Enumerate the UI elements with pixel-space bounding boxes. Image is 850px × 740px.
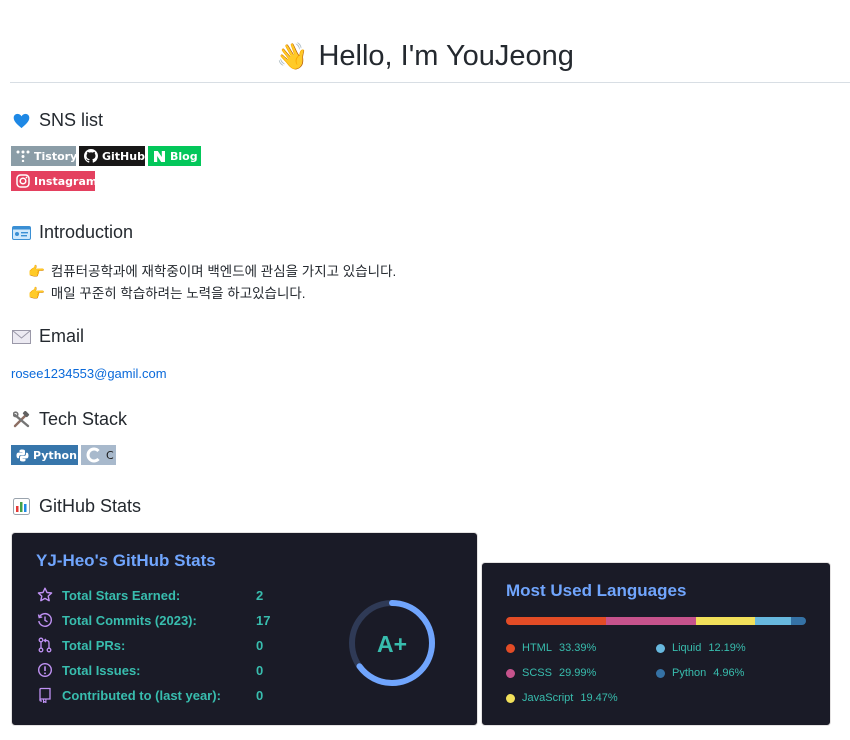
language-item-liquid: Liquid 12.19% <box>656 642 746 654</box>
github-icon <box>84 149 98 163</box>
language-dot <box>506 693 515 703</box>
history-icon <box>36 611 54 629</box>
stat-value: 0 <box>256 687 264 703</box>
github-stats-card[interactable]: YJ-Heo's GitHub Stats Total Stars Earned… <box>11 532 478 726</box>
language-dot <box>656 668 665 678</box>
language-name: SCSS <box>522 667 552 679</box>
github-stats-heading: GitHub Stats <box>12 496 141 517</box>
envelope-icon <box>12 327 31 346</box>
language-name: JavaScript <box>522 692 574 704</box>
waving-hand-icon: 👋 <box>276 41 309 71</box>
instagram-icon <box>16 174 30 188</box>
language-percent: 12.19% <box>708 642 746 654</box>
email-link[interactable]: rosee1234553@gamil.com <box>11 366 167 381</box>
intro-line-1-text: 컴퓨터공학과에 재학중이며 백엔드에 관심을 가지고 있습니다. <box>50 264 397 279</box>
bar-chart-icon <box>12 497 31 516</box>
naver-blog-badge-label: Blog <box>170 149 198 163</box>
c-icon <box>86 447 102 463</box>
issue-icon <box>36 661 54 679</box>
tistory-badge-label: Tistory <box>34 149 78 163</box>
c-badge-label: C <box>106 448 114 462</box>
stat-label: Total PRs: <box>62 637 126 653</box>
language-name: HTML <box>522 642 552 654</box>
pointing-hand-icon: 👉 <box>28 264 45 279</box>
stat-label: Total Stars Earned: <box>62 587 181 603</box>
language-item-scss: SCSS 29.99% <box>506 667 596 679</box>
tech-stack-heading: Tech Stack <box>12 409 127 430</box>
intro-line-2-text: 매일 꾸준히 학습하려는 노력을 하고있습니다. <box>50 286 306 301</box>
language-bar-segment <box>696 617 755 625</box>
top-languages-card[interactable]: Most Used Languages HTML 33.39% SCSS 29.… <box>481 562 831 726</box>
python-badge-label: Python <box>33 448 77 462</box>
python-badge[interactable]: Python <box>11 445 78 465</box>
email-heading: Email <box>12 326 84 347</box>
python-icon <box>16 449 29 462</box>
pull-request-icon <box>36 636 54 654</box>
star-icon <box>36 586 54 604</box>
stat-value: 0 <box>256 662 264 678</box>
language-percent: 4.96% <box>713 667 745 679</box>
stat-row-commits: Total Commits (2023): 17 <box>36 610 270 630</box>
stat-row-issues: Total Issues: 0 <box>36 660 263 680</box>
language-bar-segment <box>606 617 697 625</box>
languages-card-title: Most Used Languages <box>506 581 687 600</box>
language-dot <box>506 668 515 678</box>
naver-blog-badge[interactable]: Blog <box>148 146 201 166</box>
github-stats-heading-text: GitHub Stats <box>39 496 142 516</box>
hammer-wrench-icon <box>12 410 31 429</box>
github-badge[interactable]: GitHub <box>79 146 145 166</box>
title-divider <box>10 82 850 83</box>
page-title: 👋 Hello, I'm YouJeong <box>0 40 850 73</box>
tistory-icon <box>16 150 30 162</box>
language-bar-segment <box>754 617 792 625</box>
intro-line-1: 👉 컴퓨터공학과에 재학중이며 백엔드에 관심을 가지고 있습니다. <box>28 260 396 280</box>
page-title-text: Hello, I'm YouJeong <box>318 40 574 72</box>
stat-label: Total Commits (2023): <box>62 612 197 628</box>
pointing-hand-icon: 👉 <box>28 286 45 301</box>
sns-heading-text: SNS list <box>39 110 104 130</box>
tistory-badge[interactable]: Tistory <box>11 146 78 166</box>
stat-row-stars: Total Stars Earned: 2 <box>36 585 263 605</box>
language-name: Python <box>672 667 707 679</box>
github-badge-label: GitHub <box>102 149 145 163</box>
repo-icon <box>36 686 54 704</box>
instagram-badge[interactable]: Instagram <box>11 171 98 191</box>
introduction-heading-text: Introduction <box>39 222 134 242</box>
language-bar-segment <box>791 617 806 625</box>
language-percent: 19.47% <box>580 692 618 704</box>
introduction-heading: Introduction <box>12 222 133 243</box>
stat-label: Total Issues: <box>62 662 141 678</box>
language-item-javascript: JavaScript 19.47% <box>506 692 618 704</box>
languages-progress-bar <box>506 617 806 625</box>
sns-heading: SNS list <box>12 110 103 131</box>
c-badge[interactable]: C <box>81 445 116 465</box>
email-heading-text: Email <box>39 326 85 346</box>
language-dot <box>656 643 665 653</box>
language-bar-segment <box>506 617 607 625</box>
language-item-python: Python 4.96% <box>656 667 744 679</box>
stat-value: 0 <box>256 637 264 653</box>
id-card-icon <box>12 223 31 242</box>
stat-value: 17 <box>256 612 271 628</box>
stat-row-prs: Total PRs: 0 <box>36 635 263 655</box>
grade-text: A+ <box>377 631 407 657</box>
stats-card-title: YJ-Heo's GitHub Stats <box>36 551 216 570</box>
grade-ring: A+ <box>349 600 435 686</box>
stat-row-contributed: Contributed to (last year): 0 <box>36 685 263 705</box>
language-name: Liquid <box>672 642 702 654</box>
intro-line-2: 👉 매일 꾸준히 학습하려는 노력을 하고있습니다. <box>28 282 306 302</box>
instagram-badge-label: Instagram <box>34 174 98 188</box>
naver-icon <box>153 150 166 163</box>
language-percent: 33.39% <box>558 642 597 654</box>
language-item-html: HTML 33.39% <box>506 642 596 654</box>
language-percent: 29.99% <box>558 667 597 679</box>
language-dot <box>506 643 515 653</box>
stat-value: 2 <box>256 587 264 603</box>
blue-heart-icon <box>12 111 31 130</box>
tech-stack-heading-text: Tech Stack <box>39 409 128 429</box>
stat-label: Contributed to (last year): <box>62 687 221 703</box>
